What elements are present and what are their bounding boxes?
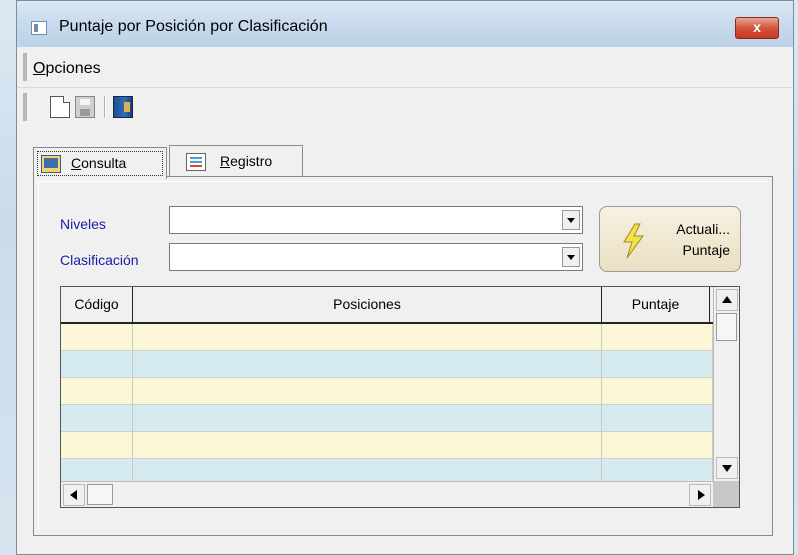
- cell-codigo[interactable]: [61, 378, 133, 405]
- grid-header: Código Posiciones Puntaje: [61, 287, 713, 324]
- table-row[interactable]: [61, 351, 713, 378]
- cell-codigo[interactable]: [61, 324, 133, 351]
- tab-registro[interactable]: Registro: [169, 145, 303, 177]
- cell-posiciones[interactable]: [133, 432, 602, 459]
- menu-bar: Opciones: [17, 47, 793, 88]
- actualizar-puntaje-button[interactable]: Actuali... Puntaje: [599, 206, 741, 272]
- horizontal-scrollbar[interactable]: [61, 481, 713, 507]
- cell-posiciones[interactable]: [133, 405, 602, 432]
- cell-posiciones[interactable]: [133, 324, 602, 351]
- scroll-up-icon[interactable]: [716, 289, 738, 311]
- menu-grip: [23, 53, 27, 81]
- window-icon: [31, 21, 47, 35]
- toolbar: [17, 88, 793, 126]
- registro-icon: [186, 153, 206, 171]
- scroll-left-icon[interactable]: [63, 484, 85, 506]
- menu-opciones-label: pciones: [45, 60, 101, 77]
- action-button-line2: Puntaje: [682, 242, 730, 258]
- cell-puntaje[interactable]: [602, 324, 713, 351]
- window-title: Puntaje por Posición por Clasificación: [59, 18, 328, 35]
- cell-codigo[interactable]: [61, 351, 133, 378]
- cell-puntaje[interactable]: [602, 378, 713, 405]
- menu-opciones[interactable]: Opciones: [33, 60, 101, 78]
- scroll-down-icon[interactable]: [716, 457, 738, 479]
- new-document-icon[interactable]: [50, 96, 70, 118]
- clasificacion-select[interactable]: [169, 243, 583, 271]
- column-header-puntaje[interactable]: Puntaje: [602, 287, 710, 322]
- cell-puntaje[interactable]: [602, 432, 713, 459]
- title-bar: Puntaje por Posición por Clasificación x: [17, 1, 793, 48]
- clasificacion-dropdown-icon[interactable]: [562, 247, 580, 267]
- tab-registro-label: Registro: [220, 153, 273, 169]
- vertical-scroll-thumb[interactable]: [716, 313, 737, 341]
- niveles-select[interactable]: [169, 206, 583, 234]
- toolbar-grip: [23, 93, 27, 121]
- scrollbar-corner: [713, 481, 739, 507]
- scroll-right-icon[interactable]: [689, 484, 711, 506]
- tab-consulta-label: Consulta: [71, 155, 127, 171]
- results-grid: Código Posiciones Puntaje: [60, 286, 740, 508]
- close-button[interactable]: x: [735, 17, 779, 39]
- consulta-icon: [41, 155, 61, 173]
- table-row[interactable]: [61, 378, 713, 405]
- toolbar-separator: [104, 96, 106, 118]
- grid-rows: [61, 324, 713, 486]
- table-row[interactable]: [61, 432, 713, 459]
- table-row[interactable]: [61, 324, 713, 351]
- cell-puntaje[interactable]: [602, 405, 713, 432]
- niveles-label: Niveles: [60, 216, 106, 232]
- column-header-posiciones[interactable]: Posiciones: [133, 287, 602, 322]
- vertical-scrollbar[interactable]: [713, 287, 739, 481]
- tab-consulta[interactable]: Consulta: [33, 147, 167, 179]
- table-row[interactable]: [61, 405, 713, 432]
- column-header-codigo[interactable]: Código: [61, 287, 133, 322]
- horizontal-scroll-thumb[interactable]: [87, 484, 113, 505]
- save-icon[interactable]: [75, 96, 95, 118]
- lightning-icon: [623, 223, 644, 259]
- cell-posiciones[interactable]: [133, 378, 602, 405]
- menu-opciones-mnemonic: O: [33, 60, 46, 77]
- cell-codigo[interactable]: [61, 405, 133, 432]
- action-button-line1: Actuali...: [676, 221, 730, 237]
- cell-codigo[interactable]: [61, 432, 133, 459]
- niveles-dropdown-icon[interactable]: [562, 210, 580, 230]
- exit-icon[interactable]: [113, 96, 133, 118]
- clasificacion-label: Clasificación: [60, 252, 139, 268]
- cell-puntaje[interactable]: [602, 351, 713, 378]
- cell-posiciones[interactable]: [133, 351, 602, 378]
